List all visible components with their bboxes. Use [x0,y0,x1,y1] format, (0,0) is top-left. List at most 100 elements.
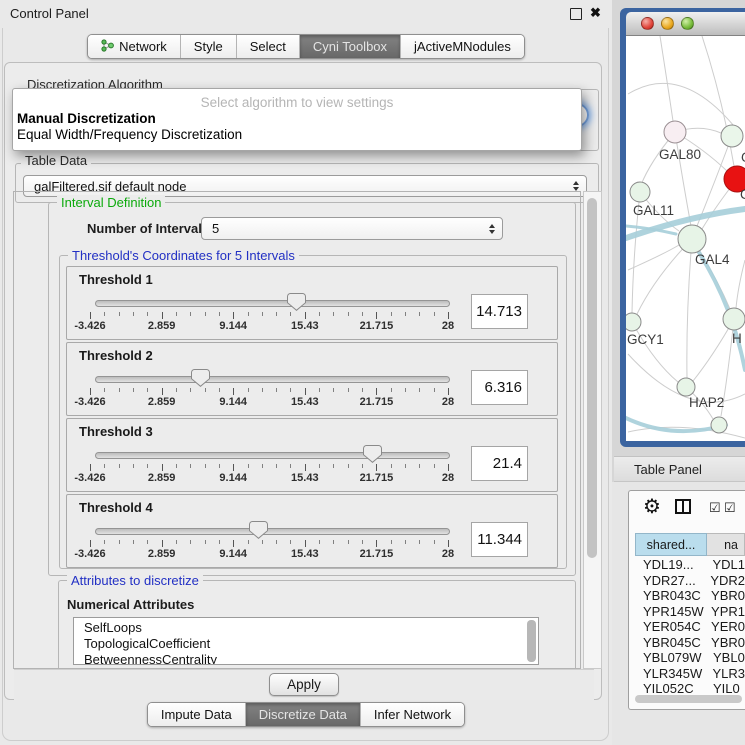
table-row[interactable]: YDL19...YDL1 [635,557,745,573]
column-header-shared[interactable]: shared... [635,533,707,556]
network-node-h[interactable] [723,308,745,330]
tick-mark [362,464,363,468]
threshold-label: Threshold 2 [79,348,153,363]
tab-style[interactable]: Style [180,35,236,58]
columns-icon[interactable] [675,499,691,517]
tick-mark [434,464,435,468]
tick-label: 15.43 [291,320,319,332]
table-row[interactable]: YBR045CYBR0 [635,635,745,651]
column-header-na[interactable]: na [707,533,745,556]
threshold-panel-2: Threshold 2-3.4262.8599.14415.4321.71528… [66,342,558,416]
slider-thumb[interactable] [191,369,210,387]
tab-jactivemnodules[interactable]: jActiveMNodules [400,35,524,58]
network-node-hap2[interactable] [677,378,695,396]
tick-mark [405,464,406,468]
float-window-icon[interactable] [570,8,582,20]
node-label: C [740,187,745,202]
checkbox-icon[interactable]: ☑ [724,500,736,516]
apply-button[interactable]: Apply [269,673,339,696]
slider-track[interactable] [95,300,450,307]
tick-mark [162,312,163,319]
slider-track[interactable] [95,376,450,383]
list-item-betweennesscentrality[interactable]: BetweennessCentrality [74,652,538,665]
table-row[interactable]: YDR27...YDR2 [635,573,745,589]
table-panel-header[interactable]: Table Panel [614,456,745,482]
cell-shared-name: YBR043C [635,588,705,603]
network-node-gal4[interactable] [678,225,706,253]
thresholds-group: Threshold's Coordinates for 5 Intervals … [59,255,567,569]
threshold-value-field[interactable]: 14.713 [471,294,528,329]
dropdown-item-manual-discretization[interactable]: Manual Discretization [13,111,581,127]
table-row[interactable]: YBL079WYBL0 [635,650,745,666]
table-header-row: shared...na [635,533,745,556]
tab-discretize-data[interactable]: Discretize Data [245,703,360,726]
tab-select[interactable]: Select [236,35,299,58]
tick-label: 9.144 [219,320,247,332]
dropdown-hint-item[interactable]: Select algorithm to view settings [13,95,581,111]
gear-icon[interactable]: ⚙ [643,494,661,519]
slider-track[interactable] [95,528,450,535]
cell-name: YDL1 [706,557,745,572]
tick-mark [90,388,91,395]
tick-label: 9.144 [219,548,247,560]
number-of-intervals-combobox[interactable]: 5 [201,217,503,240]
numerical-attributes-list[interactable]: SelfLoopsTopologicalCoefficientBetweenne… [73,617,539,665]
table-row[interactable]: YIL052CYIL0 [635,681,745,695]
network-node-gal80[interactable] [664,121,686,143]
tick-mark [419,388,420,392]
apply-row: Apply [14,669,594,700]
tick-mark [305,312,306,319]
network-node-gcy1[interactable] [626,313,641,331]
node-label: GAL80 [659,147,701,162]
dropdown-item-equal-width-frequency-discretization[interactable]: Equal Width/Frequency Discretization [13,127,581,143]
threshold-value-field[interactable]: 21.4 [471,446,528,481]
close-traffic-light-icon[interactable] [641,17,654,30]
panel-scrollbar-thumb[interactable] [587,198,597,558]
tab-network[interactable]: Network [88,35,180,58]
threshold-value-field[interactable]: 11.344 [471,522,528,557]
network-node-item[interactable] [711,417,727,433]
network-node-gal11[interactable] [630,182,650,202]
tick-label: 28 [442,548,454,560]
tick-mark [233,312,234,319]
tick-mark [391,388,392,392]
panel-scrollbar[interactable] [583,191,602,669]
list-item-topologicalcoefficient[interactable]: TopologicalCoefficient [74,636,538,652]
tick-mark [362,388,363,392]
tick-mark [448,464,449,471]
slider-thumb[interactable] [249,521,268,539]
node-label: GAL11 [633,203,674,218]
close-icon[interactable]: ✖ [590,5,601,21]
table-row[interactable]: YER054CYER0 [635,619,745,635]
slider-thumb[interactable] [287,293,306,311]
tick-mark [376,388,377,395]
tick-mark [290,540,291,544]
tick-mark [219,388,220,392]
slider-track[interactable] [95,452,450,459]
tick-mark [147,388,148,392]
network-node-ga[interactable] [721,125,743,147]
network-edge [660,36,673,121]
tick-mark [391,464,392,468]
table-row[interactable]: YPR145WYPR1 [635,604,745,620]
network-canvas[interactable]: GAL80GACGAL11GAL4GCY1HHAP2 [626,36,745,441]
tab-impute-data[interactable]: Impute Data [148,703,245,726]
horizontal-scrollbar[interactable] [635,695,742,705]
checkbox-icon[interactable]: ☑ [709,500,721,516]
tick-label: -3.426 [74,548,105,560]
table-row[interactable]: YBR043CYBR0 [635,588,745,604]
slider-thumb[interactable] [363,445,382,463]
cell-shared-name: YBR045C [635,635,705,650]
table-row[interactable]: YLR345WYLR3 [635,666,745,682]
list-item-selfloops[interactable]: SelfLoops [74,620,538,636]
table-data-title: Table Data [21,153,91,168]
tick-mark [290,388,291,392]
threshold-value-field[interactable]: 6.316 [471,370,528,405]
tab-cyni-toolbox[interactable]: Cyni Toolbox [299,35,400,58]
horizontal-scrollbar-thumb[interactable] [635,695,742,703]
minimize-traffic-light-icon[interactable] [661,17,674,30]
list-scrollbar[interactable] [527,620,536,662]
zoom-traffic-light-icon[interactable] [681,17,694,30]
network-window-titlebar[interactable] [626,12,745,36]
tab-infer-network[interactable]: Infer Network [360,703,464,726]
